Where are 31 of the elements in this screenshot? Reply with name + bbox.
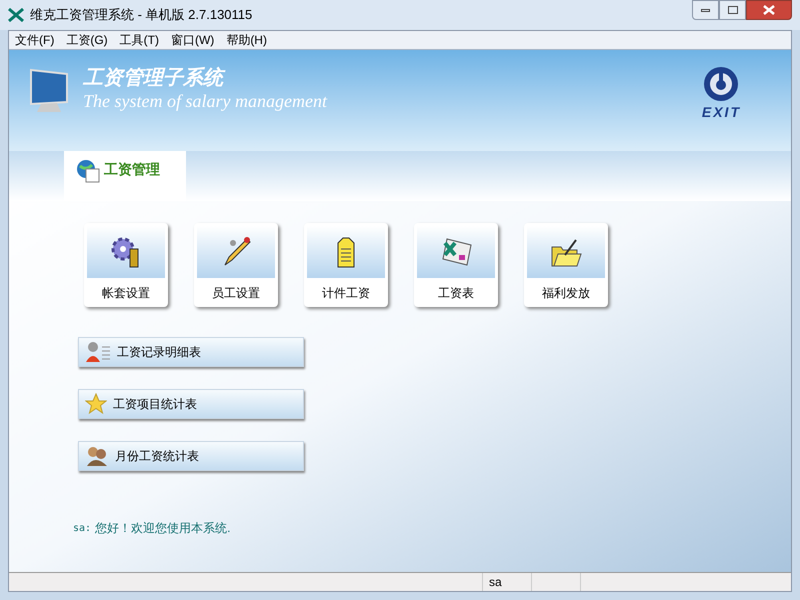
power-icon bbox=[703, 66, 740, 102]
globe-document-icon bbox=[76, 159, 100, 183]
menu-item[interactable]: 帮助(H) bbox=[220, 31, 273, 49]
module-tile[interactable]: 员工设置 bbox=[194, 223, 278, 307]
person-list-icon bbox=[85, 341, 111, 363]
module-tile[interactable]: 计件工资 bbox=[304, 223, 388, 307]
banner-subtitle: The system of salary management bbox=[83, 90, 327, 112]
report-button[interactable]: 工资项目统计表 bbox=[78, 389, 304, 419]
star-icon bbox=[85, 393, 107, 415]
minimize-button[interactable] bbox=[692, 0, 719, 20]
close-icon bbox=[763, 5, 775, 15]
module-tile[interactable]: 工资表 bbox=[414, 223, 498, 307]
app-icon bbox=[8, 8, 24, 22]
menu-item[interactable]: 工资(G) bbox=[60, 31, 114, 49]
menu-item[interactable]: 窗口(W) bbox=[164, 31, 220, 49]
module-tile[interactable]: 福利发放 bbox=[524, 223, 608, 307]
people-icon bbox=[85, 446, 109, 466]
user-label: sa: bbox=[73, 522, 92, 536]
menu-item[interactable]: 文件(F) bbox=[9, 31, 60, 49]
close-button[interactable] bbox=[746, 0, 792, 20]
window-title: 维克工资管理系统 - 单机版 2.7.130115 bbox=[30, 6, 252, 24]
welcome-message: 您好！欢迎您使用本系统. bbox=[95, 520, 230, 537]
report-button[interactable]: 工资记录明细表 bbox=[78, 337, 304, 367]
banner-title: 工资管理子系统 bbox=[83, 66, 327, 90]
menu-item[interactable]: 工具(T) bbox=[114, 31, 165, 49]
exit-button[interactable]: EXIT bbox=[702, 66, 741, 123]
tab[interactable]: 工资管理 bbox=[64, 151, 186, 201]
module-tile[interactable]: 帐套设置 bbox=[84, 223, 168, 307]
maximize-button[interactable] bbox=[719, 0, 746, 20]
status-text: sa bbox=[489, 574, 502, 591]
report-button[interactable]: 月份工资统计表 bbox=[78, 441, 304, 471]
